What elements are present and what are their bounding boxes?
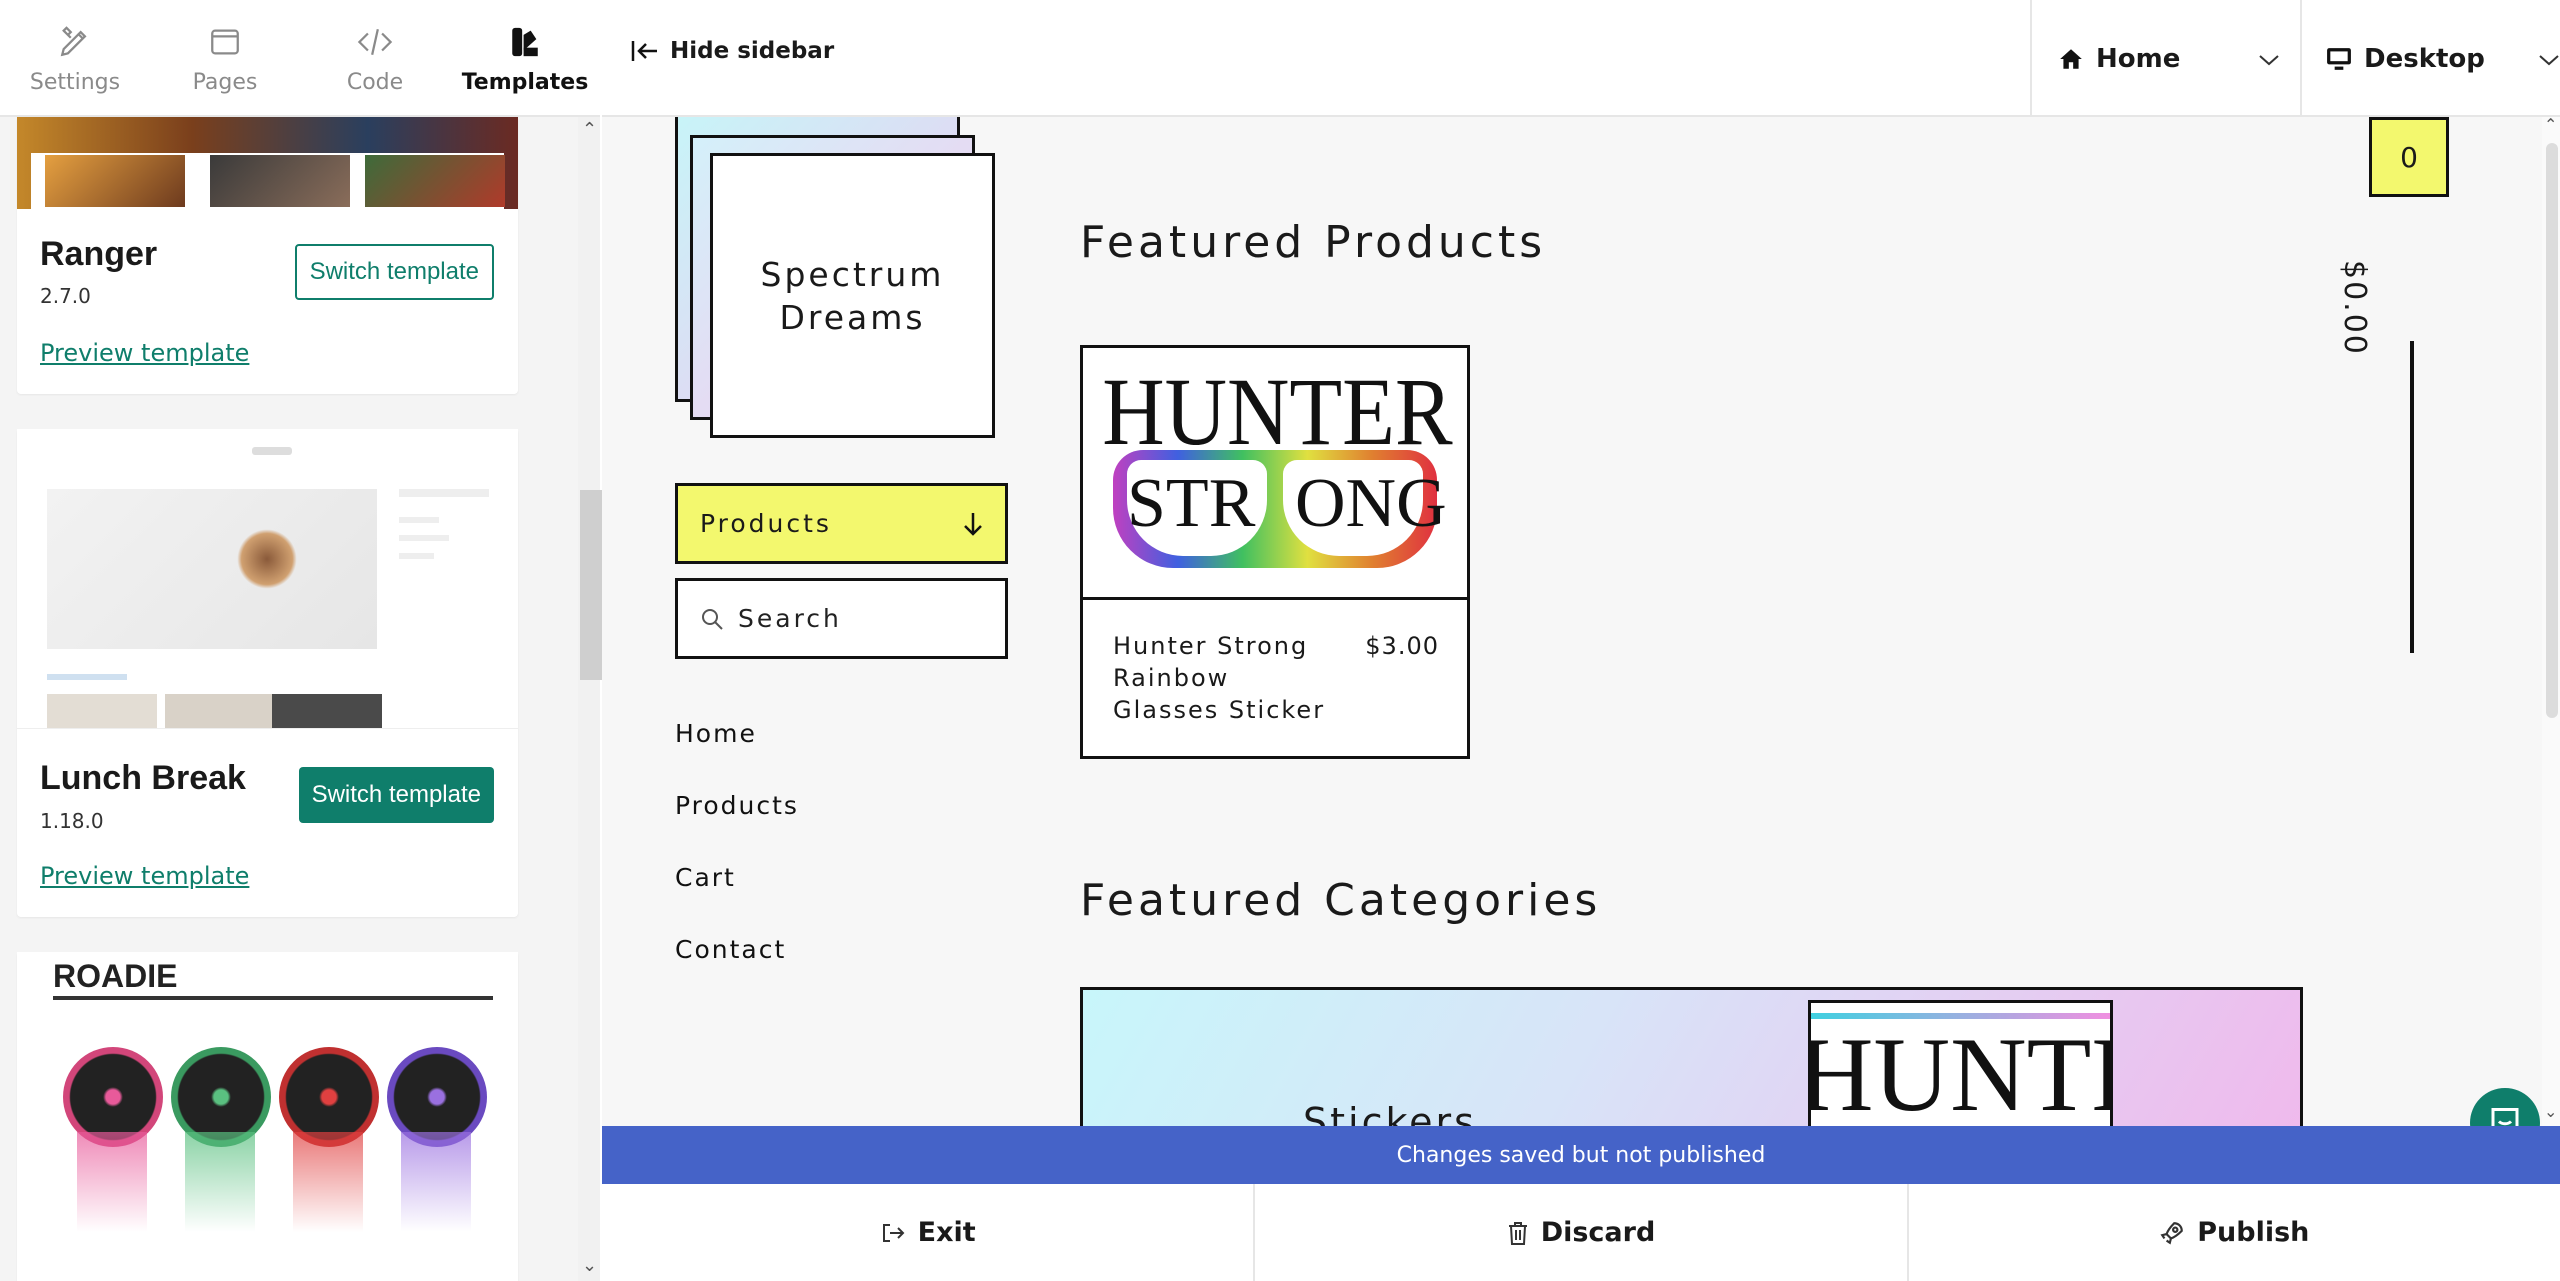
scroll-up-icon[interactable]: ⌃ [2544, 115, 2557, 134]
window-icon [205, 22, 245, 62]
rocket-icon [2159, 1220, 2197, 1246]
tab-code[interactable]: Code [300, 0, 450, 117]
preview-template-link[interactable]: Preview template [40, 339, 249, 367]
chevron-down-icon [2538, 44, 2560, 74]
scroll-up-icon[interactable]: ⌃ [582, 119, 597, 140]
products-dropdown[interactable]: Products [675, 483, 1008, 564]
cart-divider [2410, 341, 2414, 653]
monitor-icon [2326, 47, 2352, 71]
nav-cart[interactable]: Cart [675, 863, 736, 892]
search-icon [700, 607, 724, 631]
product-name-line3: Glasses Sticker [1113, 696, 1326, 724]
product-name: Hunter Strong Rainbow Glasses Sticker [1113, 630, 1325, 726]
category-card[interactable]: Stickers HUNTE [1080, 987, 2303, 1126]
cart-total: $0.00 [2337, 260, 2372, 356]
tab-pages[interactable]: Pages [150, 0, 300, 117]
nav-contact[interactable]: Contact [675, 935, 786, 964]
discard-button[interactable]: Discard [1255, 1184, 1909, 1281]
preview-canvas[interactable]: Spectrum Dreams Products Search Home Pro… [602, 117, 2542, 1126]
nav-products[interactable]: Products [675, 791, 799, 820]
tab-settings-label: Settings [29, 70, 121, 95]
collapse-left-icon [630, 38, 660, 64]
switch-template-button[interactable]: Switch template [294, 244, 494, 300]
product-image-text-left: STR [1127, 465, 1256, 542]
product-image-text-right: ONG [1295, 465, 1447, 542]
home-icon [2058, 46, 2084, 72]
product-name-line1: Hunter Strong [1113, 632, 1309, 660]
hide-sidebar-label: Hide sidebar [670, 38, 835, 64]
template-card-roadie: ROADIE [17, 952, 518, 1281]
discard-label: Discard [1540, 1217, 1656, 1248]
template-card-lunch-break: Lunch Break 1.18.0 Switch template Previ… [17, 429, 518, 917]
trash-icon [1507, 1220, 1541, 1246]
tab-pages-label: Pages [192, 70, 258, 95]
template-list[interactable]: Ranger 2.7.0 Switch template Preview tem… [0, 117, 578, 1281]
sidebar-scrollbar[interactable]: ⌃ ⌄ [578, 117, 606, 1281]
tab-code-label: Code [346, 70, 404, 95]
chevron-down-icon [2258, 44, 2280, 74]
canvas-scrollbar[interactable]: ⌃ ⌄ [2542, 115, 2560, 1126]
scroll-down-icon[interactable]: ⌄ [582, 1255, 597, 1276]
template-name: Lunch Break [40, 759, 246, 797]
product-card[interactable]: HUNTER STR ONG Hunter Strong Rainbow Gla… [1080, 345, 1470, 759]
template-thumbnail [17, 429, 518, 729]
product-price: $3.00 [1365, 632, 1439, 660]
template-version: 1.18.0 [40, 809, 104, 833]
page-select-value: Home [2096, 43, 2181, 74]
store-logo[interactable]: Spectrum Dreams [675, 117, 1005, 442]
featured-categories-heading: Featured Categories [1080, 875, 1602, 926]
search-placeholder: Search [738, 604, 842, 633]
product-image-text-top: HUNTER [1102, 358, 1453, 465]
category-image-text: HUNTE [1808, 1016, 2110, 1127]
exit-button[interactable]: Exit [602, 1184, 1256, 1281]
hide-sidebar-button[interactable]: Hide sidebar [630, 38, 834, 64]
template-version: 2.7.0 [40, 284, 91, 308]
editor-topbar: Hide sidebar Home Desktop [602, 0, 2560, 117]
canvas-scroll-thumb[interactable] [2546, 143, 2558, 718]
site-editor: Settings Pages Code Templates Ranger 2.7… [0, 0, 2560, 1281]
tab-templates[interactable]: Templates [450, 0, 600, 117]
cart-count-badge[interactable]: 0 [2369, 117, 2449, 197]
sidebar: Settings Pages Code Templates Ranger 2.7… [0, 0, 606, 1281]
code-icon [355, 22, 395, 62]
editor-actions: Exit Discard Publish [602, 1184, 2560, 1281]
exit-label: Exit [917, 1217, 976, 1248]
device-select-dropdown[interactable]: Desktop [2300, 0, 2560, 117]
category-image: HUNTE [1808, 1000, 2113, 1126]
preview-template-link[interactable]: Preview template [40, 862, 249, 890]
switch-template-button[interactable]: Switch template [298, 767, 494, 823]
scroll-down-icon[interactable]: ⌄ [2544, 1102, 2557, 1121]
template-thumbnail: ROADIE [17, 952, 518, 1252]
featured-products-heading: Featured Products [1080, 217, 1547, 268]
product-name-line2: Rainbow [1113, 664, 1230, 692]
template-thumb-title: ROADIE [53, 958, 178, 994]
publish-button[interactable]: Publish [1909, 1184, 2560, 1281]
device-select-value: Desktop [2364, 43, 2485, 74]
category-label: Stickers [1303, 1100, 1477, 1126]
template-card-ranger: Ranger 2.7.0 Switch template Preview tem… [17, 117, 518, 394]
paint-swatch-icon [505, 22, 545, 62]
publish-label: Publish [2197, 1217, 2310, 1248]
publish-status-bar: Changes saved but not published [602, 1126, 2560, 1184]
exit-icon [880, 1221, 918, 1245]
nav-home[interactable]: Home [675, 719, 757, 748]
tab-settings[interactable]: Settings [0, 0, 150, 117]
pencil-ruler-icon [55, 22, 95, 62]
logo-text-line1: Spectrum [760, 254, 945, 294]
store-search-field[interactable]: Search [675, 578, 1008, 659]
products-dropdown-label: Products [700, 509, 832, 538]
product-image: HUNTER STR ONG [1083, 348, 1467, 600]
logo-text-line2: Dreams [779, 297, 926, 337]
tab-templates-label: Templates [461, 70, 589, 95]
page-select-dropdown[interactable]: Home [2030, 0, 2300, 117]
template-name: Ranger [40, 235, 158, 273]
arrow-down-icon [961, 510, 985, 538]
sidebar-tabs: Settings Pages Code Templates [0, 0, 600, 117]
template-thumbnail [17, 117, 518, 209]
